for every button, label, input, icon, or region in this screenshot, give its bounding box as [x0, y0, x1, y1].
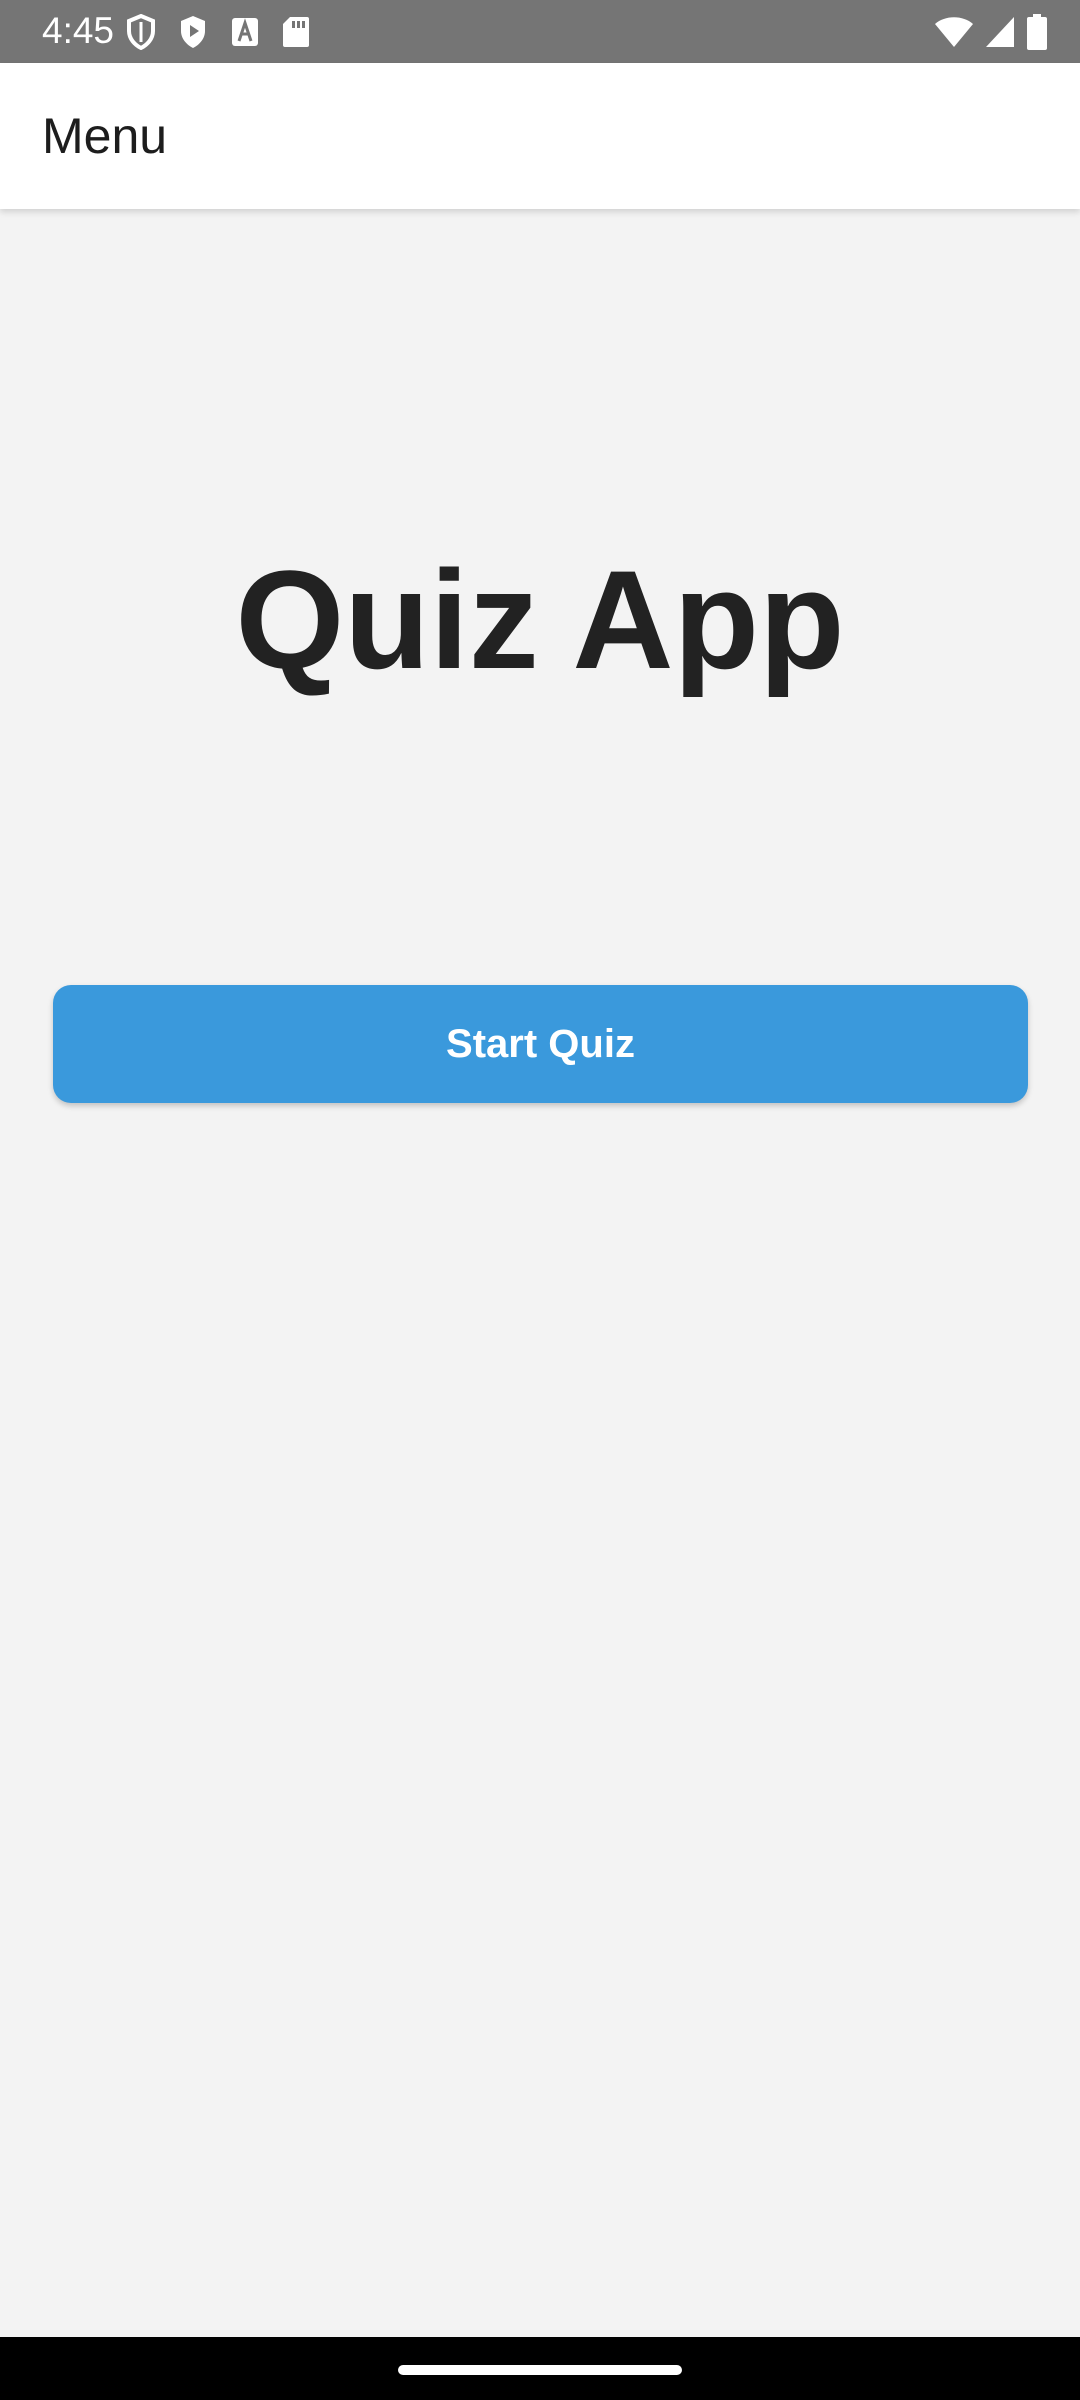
sd-card-icon [282, 15, 310, 49]
shield-icon [126, 14, 156, 50]
home-indicator[interactable] [398, 2365, 682, 2375]
cell-signal-icon [984, 15, 1016, 49]
font-icon [230, 16, 260, 48]
navigation-bar [0, 2337, 1080, 2400]
app-bar-title: Menu [42, 108, 168, 164]
battery-icon [1026, 14, 1048, 50]
page-title: Quiz App [235, 541, 845, 698]
status-right-icons [934, 12, 1048, 52]
status-time: 4:45 [42, 10, 115, 51]
screen: 4:45 Menu Quiz App Start Quiz [0, 0, 1080, 2400]
app-bar: Menu [0, 63, 1080, 209]
play-protect-icon [178, 14, 208, 50]
wifi-icon [934, 15, 974, 49]
status-left-icons [126, 12, 310, 52]
status-bar: 4:45 [0, 0, 1080, 63]
start-quiz-button[interactable]: Start Quiz [53, 985, 1028, 1103]
